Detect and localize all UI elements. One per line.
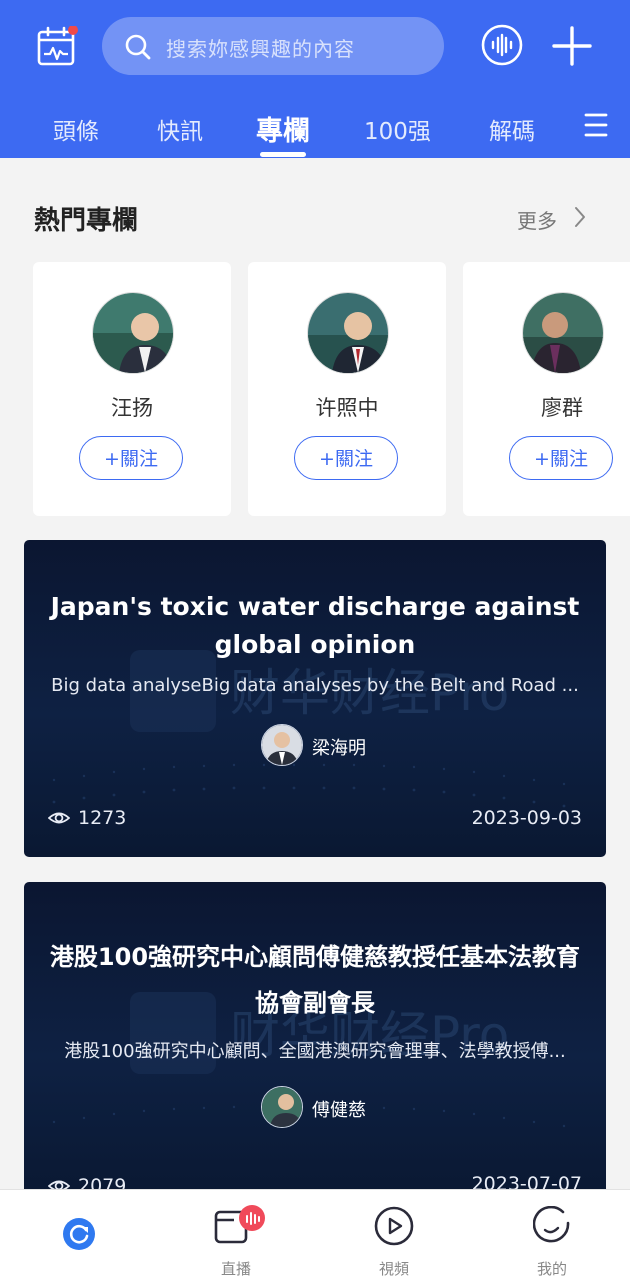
author-name: 傅健慈 [312, 1100, 366, 1121]
eye-icon [48, 812, 70, 824]
bottom-navigation: 直播 視頻 我的 [0, 1189, 630, 1281]
plus-icon[interactable] [552, 26, 592, 66]
follow-button[interactable]: +關注 [294, 436, 398, 480]
article-author[interactable]: 梁海明 [24, 724, 606, 768]
live-icon [214, 1205, 265, 1244]
tab-top100[interactable]: 100强 [364, 112, 431, 146]
article-card[interactable]: 财华财经Pro 港股100強研究中心顧問傅健慈教授任基本法教育協會副會長 港股1… [24, 882, 606, 1199]
avatar [92, 292, 174, 374]
active-tab-indicator [260, 152, 306, 157]
author-avatar [261, 1086, 303, 1128]
columnist-name: 许照中 [315, 396, 379, 420]
nav-live[interactable]: 直播 [196, 1190, 276, 1281]
tab-decode[interactable]: 解碼 [489, 112, 535, 146]
refresh-icon [63, 1218, 95, 1250]
columnist-card[interactable]: 许照中 +關注 [248, 262, 446, 516]
search-bar[interactable]: 搜索妳感興趣的內容 [102, 17, 444, 75]
play-icon [374, 1206, 414, 1246]
article-description: 港股100強研究中心顧問、全國港澳研究會理事、法學教授傅... [64, 1041, 566, 1062]
article-description: Big data analyseBig data analyses by the… [51, 675, 579, 696]
nav-profile-label: 我的 [536, 1260, 567, 1278]
chevron-right-icon[interactable] [570, 205, 590, 229]
columnist-card[interactable]: 廖群 +關注 [463, 262, 630, 516]
follow-button[interactable]: +關注 [79, 436, 183, 480]
profile-icon [533, 1206, 570, 1243]
menu-icon[interactable] [584, 112, 608, 138]
avatar [307, 292, 389, 374]
article-date: 2023-09-03 [471, 807, 582, 829]
tab-headlines[interactable]: 頭條 [53, 112, 99, 146]
columnist-card[interactable]: 汪扬 +關注 [33, 262, 231, 516]
article-title: 港股100強研究中心顧問傅健慈教授任基本法教育協會副會長 [49, 943, 581, 1017]
tab-newsflash[interactable]: 快訊 [157, 112, 203, 146]
nav-profile[interactable]: 我的 [512, 1190, 592, 1281]
search-icon [125, 34, 151, 60]
follow-button[interactable]: +關注 [509, 436, 613, 480]
columnist-name: 汪扬 [111, 396, 153, 420]
article-title: Japan's toxic water discharge against gl… [50, 592, 580, 659]
tab-columns[interactable]: 專欄 [256, 109, 310, 148]
calendar-chart-icon[interactable] [36, 26, 78, 68]
nav-video[interactable]: 視頻 [354, 1190, 434, 1281]
nav-video-label: 視頻 [378, 1260, 409, 1278]
author-avatar [261, 724, 303, 766]
author-name: 梁海明 [312, 738, 366, 759]
section-title-hot-columns: 熱門專欄 [34, 206, 139, 236]
more-link[interactable]: 更多 [517, 205, 557, 234]
nav-live-label: 直播 [220, 1260, 251, 1278]
top-header: 搜索妳感興趣的內容 頭條 快訊 專欄 100强 解碼 [0, 0, 630, 158]
avatar [522, 292, 604, 374]
article-card[interactable]: 财华财经Pro Japan's toxic water discharge ag… [24, 540, 606, 857]
nav-home[interactable] [39, 1190, 119, 1281]
columnist-name: 廖群 [541, 396, 583, 420]
article-author[interactable]: 傅健慈 [24, 1086, 606, 1130]
category-tabs: 頭條 快訊 專欄 100强 解碼 [0, 106, 630, 157]
search-placeholder: 搜索妳感興趣的內容 [166, 37, 355, 61]
voice-icon[interactable] [480, 23, 524, 67]
view-count-value: 1273 [78, 807, 127, 829]
